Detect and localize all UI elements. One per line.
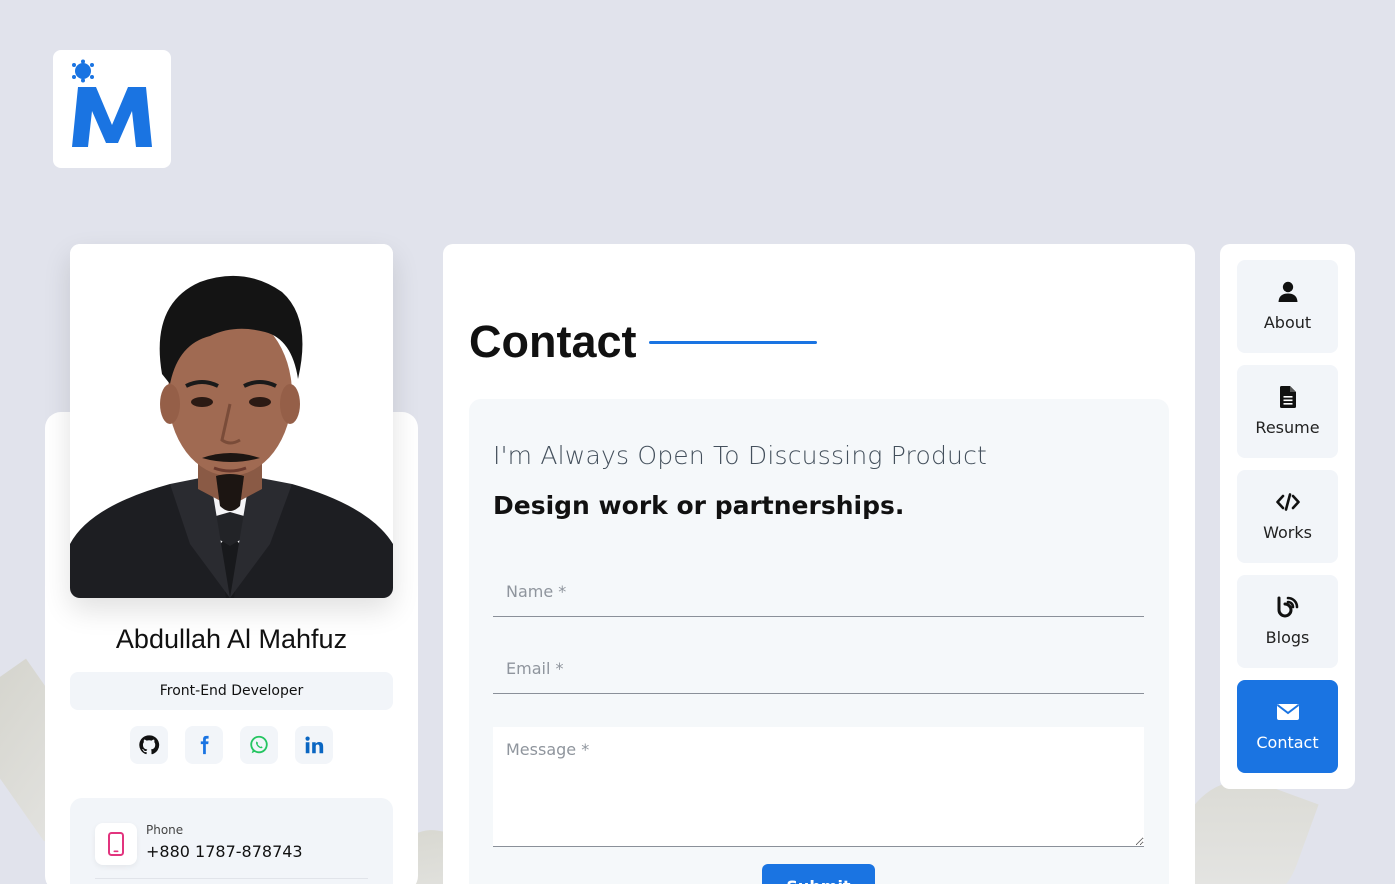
contact-form: I'm Always Open To Discussing Product De… xyxy=(469,399,1169,884)
nav-item-blogs[interactable]: Blogs xyxy=(1237,575,1338,668)
nav-item-contact[interactable]: Contact xyxy=(1237,680,1338,773)
user-icon xyxy=(1278,281,1298,303)
email-input[interactable] xyxy=(493,644,1144,694)
nav-label: Blogs xyxy=(1265,628,1310,647)
side-nav: About Resume Works Blogs Contact xyxy=(1220,244,1355,789)
code-icon xyxy=(1275,491,1300,513)
facebook-icon xyxy=(200,735,209,755)
form-tagline: I'm Always Open To Discussing Product xyxy=(493,441,988,470)
phone-icon xyxy=(108,832,124,856)
phone-icon-wrapper xyxy=(95,823,137,865)
nav-item-works[interactable]: Works xyxy=(1237,470,1338,563)
blog-icon xyxy=(1277,596,1299,618)
facebook-link[interactable] xyxy=(185,726,223,764)
nav-label: Contact xyxy=(1256,733,1319,752)
profile-role-badge: Front-End Developer xyxy=(70,672,393,710)
github-icon xyxy=(139,735,160,755)
contact-info-box: Phone +880 1787-878743 xyxy=(70,798,393,884)
divider xyxy=(95,878,368,879)
profile-photo xyxy=(70,244,393,598)
nav-item-resume[interactable]: Resume xyxy=(1237,365,1338,458)
form-tagline-bold: Design work or partnerships. xyxy=(493,491,905,520)
name-input[interactable] xyxy=(493,567,1144,617)
site-logo[interactable] xyxy=(53,50,171,168)
envelope-icon xyxy=(1276,701,1300,723)
title-underline xyxy=(649,341,817,344)
social-links xyxy=(130,726,333,764)
nav-item-about[interactable]: About xyxy=(1237,260,1338,353)
submit-button[interactable]: Submit xyxy=(762,864,875,884)
profile-name: Abdullah Al Mahfuz xyxy=(115,624,348,654)
linkedin-icon xyxy=(305,736,324,754)
logo-mark xyxy=(72,59,152,147)
phone-label: Phone xyxy=(146,823,184,837)
file-icon xyxy=(1279,386,1296,408)
nav-label: Resume xyxy=(1255,418,1320,437)
whatsapp-icon xyxy=(250,735,268,754)
whatsapp-link[interactable] xyxy=(240,726,278,764)
page-title: Contact xyxy=(469,316,637,367)
message-textarea[interactable] xyxy=(493,727,1144,847)
nav-label: About xyxy=(1263,313,1312,332)
github-link[interactable] xyxy=(130,726,168,764)
phone-value[interactable]: +880 1787-878743 xyxy=(146,842,303,861)
main-panel: Contact I'm Always Open To Discussing Pr… xyxy=(443,244,1195,884)
nav-label: Works xyxy=(1263,523,1312,542)
linkedin-link[interactable] xyxy=(295,726,333,764)
